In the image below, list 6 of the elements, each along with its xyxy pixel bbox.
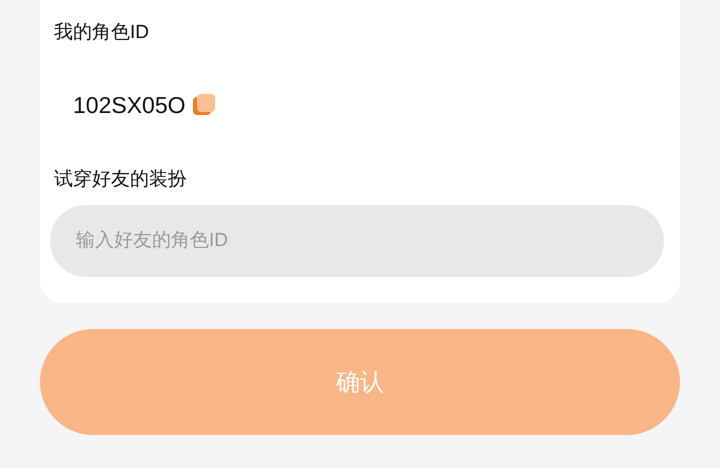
role-id: 102SX05O xyxy=(73,92,186,118)
section-label: 我的角色ID xyxy=(53,21,150,45)
section-label: 试穿好友的装扮 xyxy=(53,168,188,192)
copy-icon[interactable] xyxy=(192,93,216,117)
input-field[interactable]: 输入好友的角色ID xyxy=(50,205,664,277)
confirm-button[interactable]: 确认 xyxy=(40,329,680,435)
